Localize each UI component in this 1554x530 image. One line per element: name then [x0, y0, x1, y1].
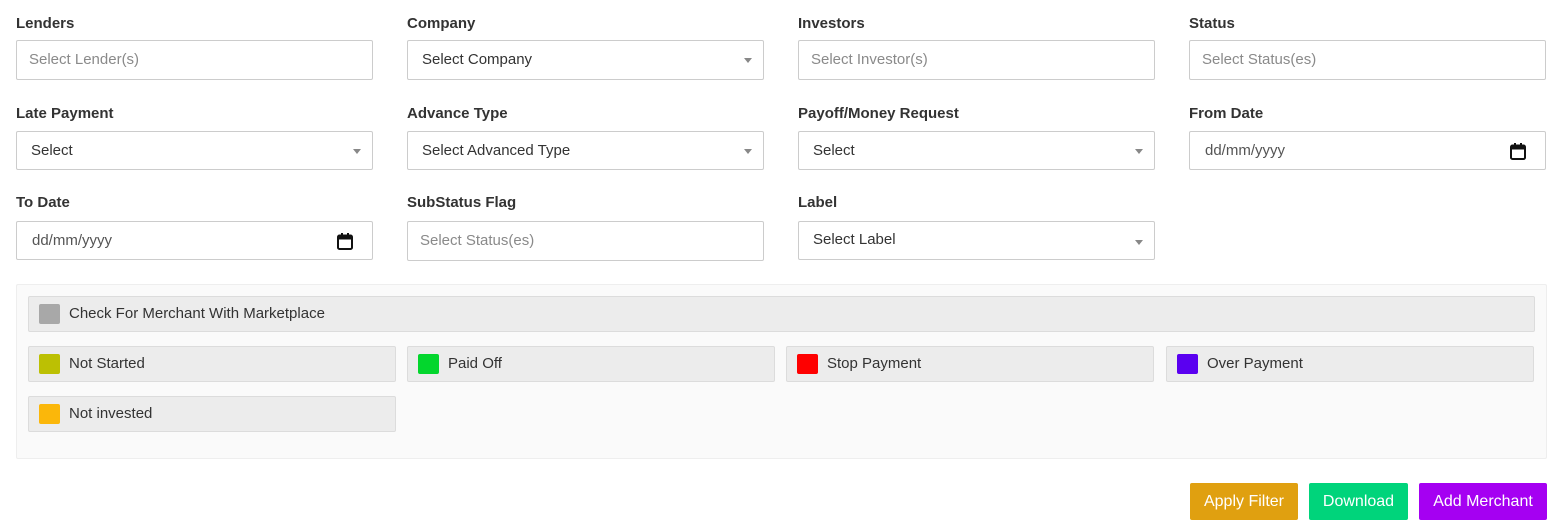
- download-button[interactable]: Download: [1309, 483, 1408, 520]
- status-filter: Status Select Status(es): [1189, 15, 1546, 80]
- status-select[interactable]: Select Status(es): [1189, 40, 1546, 80]
- investors-select[interactable]: Select Investor(s): [798, 40, 1155, 80]
- legend-label: Stop Payment: [827, 355, 922, 372]
- lenders-filter: Lenders Select Lender(s): [16, 15, 373, 80]
- chevron-down-icon: [1135, 240, 1143, 245]
- lenders-label: Lenders: [16, 15, 75, 32]
- chevron-down-icon: [744, 58, 752, 63]
- payoff-request-filter: Payoff/Money Request Select: [798, 105, 1155, 170]
- stop-payment-color-swatch: [797, 354, 818, 374]
- late-payment-filter: Late Payment Select: [16, 105, 373, 170]
- legend-panel: Check For Merchant With Marketplace Not …: [16, 284, 1547, 459]
- advance-type-select-value: Select Advanced Type: [422, 142, 571, 159]
- legend-item-not-invested[interactable]: Not invested: [28, 396, 396, 432]
- label-filter: Label Select Label: [798, 194, 1155, 260]
- marketplace-color-swatch: [39, 304, 60, 324]
- company-select[interactable]: Select Company: [407, 40, 764, 80]
- lenders-select[interactable]: Select Lender(s): [16, 40, 373, 80]
- paid-off-color-swatch: [418, 354, 439, 374]
- from-date-label: From Date: [1189, 105, 1264, 122]
- late-payment-select-value: Select: [31, 142, 73, 159]
- apply-filter-button[interactable]: Apply Filter: [1190, 483, 1298, 520]
- status-label: Status: [1189, 15, 1235, 32]
- chevron-down-icon: [353, 149, 361, 154]
- substatus-flag-select[interactable]: Select Status(es): [407, 221, 764, 261]
- from-date-value: dd/mm/yyyy: [1205, 142, 1286, 159]
- legend-label: Not invested: [69, 405, 153, 422]
- investors-filter: Investors Select Investor(s): [798, 15, 1155, 80]
- legend-item-not-started[interactable]: Not Started: [28, 346, 396, 382]
- substatus-flag-filter: SubStatus Flag Select Status(es): [407, 194, 764, 261]
- legend-label: Not Started: [69, 355, 145, 372]
- payoff-request-select[interactable]: Select: [798, 131, 1155, 170]
- to-date-input[interactable]: dd/mm/yyyy: [16, 221, 373, 260]
- legend-label: Over Payment: [1207, 355, 1303, 372]
- calendar-icon[interactable]: [1510, 143, 1526, 160]
- advance-type-label: Advance Type: [407, 105, 508, 122]
- company-select-value: Select Company: [422, 51, 533, 68]
- legend-item-stop-payment[interactable]: Stop Payment: [786, 346, 1154, 382]
- from-date-filter: From Date dd/mm/yyyy: [1189, 105, 1546, 170]
- legend-label: Paid Off: [448, 355, 502, 372]
- company-filter: Company Select Company: [407, 15, 764, 80]
- calendar-icon[interactable]: [337, 233, 353, 250]
- legend-item-marketplace[interactable]: Check For Merchant With Marketplace: [28, 296, 1535, 332]
- late-payment-label: Late Payment: [16, 105, 114, 122]
- substatus-flag-label: SubStatus Flag: [407, 194, 517, 211]
- legend-item-paid-off[interactable]: Paid Off: [407, 346, 775, 382]
- investors-label: Investors: [798, 15, 865, 32]
- label-select-value: Select Label: [813, 231, 896, 248]
- advance-type-filter: Advance Type Select Advanced Type: [407, 105, 764, 170]
- legend-item-over-payment[interactable]: Over Payment: [1166, 346, 1534, 382]
- company-label: Company: [407, 15, 476, 32]
- payoff-request-select-value: Select: [813, 142, 855, 159]
- legend-label: Check For Merchant With Marketplace: [69, 305, 325, 322]
- late-payment-select[interactable]: Select: [16, 131, 373, 170]
- to-date-label: To Date: [16, 194, 70, 211]
- not-started-color-swatch: [39, 354, 60, 374]
- from-date-input[interactable]: dd/mm/yyyy: [1189, 131, 1546, 170]
- add-merchant-button[interactable]: Add Merchant: [1419, 483, 1547, 520]
- advance-type-select[interactable]: Select Advanced Type: [407, 131, 764, 170]
- over-payment-color-swatch: [1177, 354, 1198, 374]
- payoff-request-label: Payoff/Money Request: [798, 105, 959, 122]
- label-select[interactable]: Select Label: [798, 221, 1155, 260]
- to-date-filter: To Date dd/mm/yyyy: [16, 194, 373, 260]
- chevron-down-icon: [1135, 149, 1143, 154]
- chevron-down-icon: [744, 149, 752, 154]
- label-filter-label: Label: [798, 194, 838, 211]
- to-date-value: dd/mm/yyyy: [32, 232, 113, 249]
- not-invested-color-swatch: [39, 404, 60, 424]
